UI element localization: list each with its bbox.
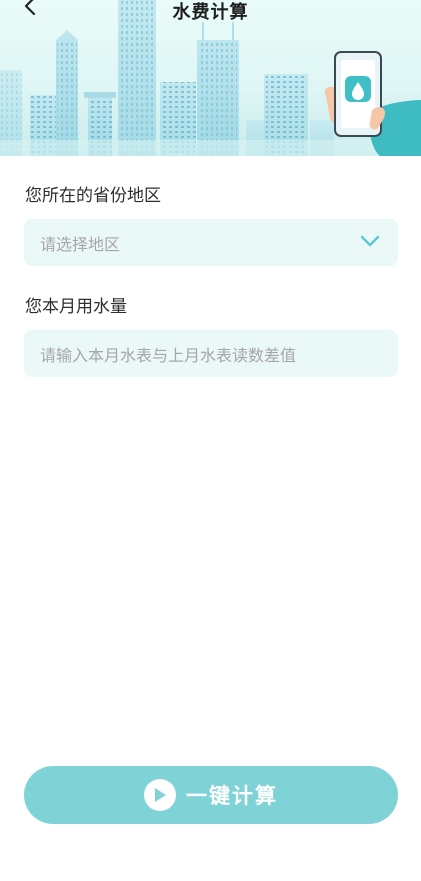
- usage-label: 您本月用水量: [25, 297, 127, 317]
- usage-placeholder: 请输入本月水表与上月水表读数差值: [40, 345, 297, 365]
- header-banner: 水费计算: [0, 0, 421, 156]
- top-bar: 水费计算: [0, 0, 421, 24]
- region-placeholder: 请选择地区: [40, 234, 121, 254]
- region-label: 您所在的省份地区: [25, 186, 161, 206]
- usage-input[interactable]: 请输入本月水表与上月水表读数差值: [24, 330, 398, 377]
- calculate-button[interactable]: 一键计算: [24, 766, 398, 824]
- chevron-down-icon: [360, 235, 380, 247]
- page-title: 水费计算: [172, 2, 249, 23]
- region-select[interactable]: 请选择地区: [24, 219, 398, 266]
- play-icon: [144, 779, 176, 811]
- calculate-label: 一键计算: [186, 784, 278, 808]
